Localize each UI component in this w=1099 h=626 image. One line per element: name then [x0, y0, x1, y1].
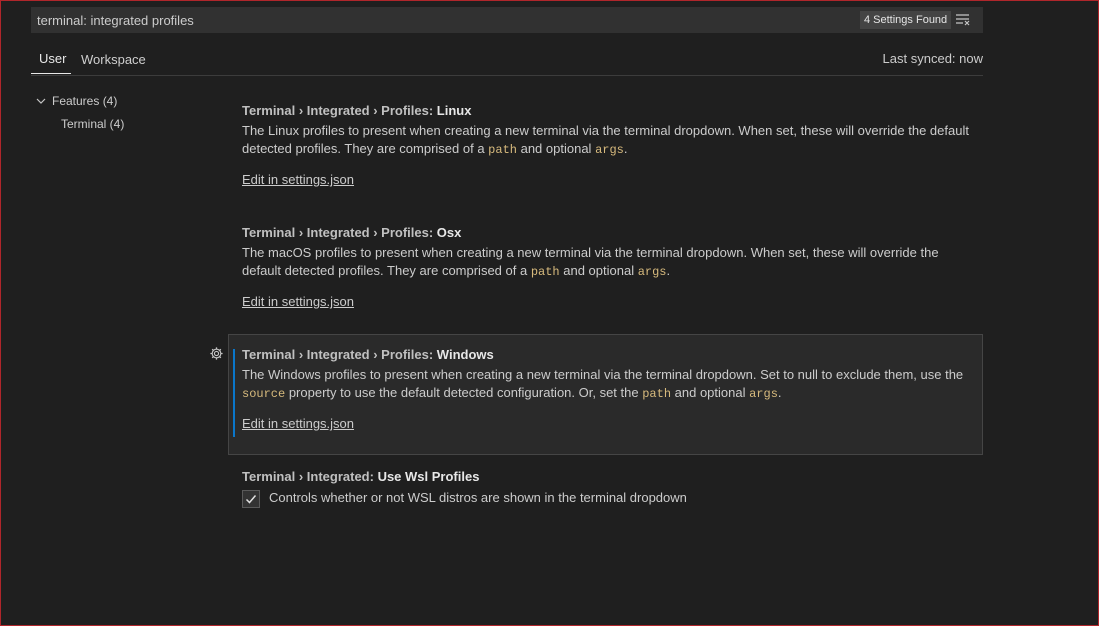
chevron-down-icon — [36, 98, 46, 104]
setting-title: Terminal › Integrated: Use Wsl Profiles — [242, 469, 982, 484]
settings-search-input[interactable] — [31, 7, 831, 33]
window-border — [0, 0, 1099, 626]
setting-title: Terminal › Integrated › Profiles: Osx — [242, 225, 982, 240]
edit-in-settings-json-link[interactable]: Edit in settings.json — [242, 294, 354, 309]
edit-in-settings-json-link[interactable]: Edit in settings.json — [242, 172, 354, 187]
description-text: The Windows profiles to present when cre… — [242, 367, 964, 382]
edit-in-settings-json-link[interactable]: Edit in settings.json — [242, 416, 354, 431]
setting-description: The Windows profiles to present when cre… — [242, 366, 972, 403]
setting-key: Linux — [436, 103, 472, 118]
setting-category: Terminal › Integrated › Profiles: — [242, 103, 437, 118]
setting-category: Terminal › Integrated: — [242, 469, 378, 484]
description-text: . — [777, 385, 782, 400]
code-args: args — [749, 387, 778, 401]
setting-profiles-windows: Terminal › Integrated › Profiles: Window… — [242, 347, 982, 433]
tab-user[interactable]: User — [39, 51, 66, 66]
setting-key: Osx — [436, 225, 462, 240]
setting-profiles-osx: Terminal › Integrated › Profiles: Osx Th… — [242, 225, 982, 311]
sync-status: Last synced: now — [882, 51, 983, 66]
description-text: . — [623, 141, 628, 156]
code-args: args — [637, 265, 667, 279]
code-args: args — [595, 143, 624, 157]
description-text: property to use the default detected con… — [285, 385, 643, 400]
setting-use-wsl-profiles: Terminal › Integrated: Use Wsl Profiles — [242, 469, 982, 484]
description-text: . — [666, 263, 671, 278]
setting-title: Terminal › Integrated › Profiles: Linux — [242, 103, 982, 118]
results-count-badge: 4 Settings Found — [860, 11, 952, 29]
description-text: and optional — [559, 263, 638, 278]
code-source: source — [242, 387, 286, 401]
clear-filter-icon[interactable] — [955, 13, 971, 27]
code-path: path — [530, 265, 560, 279]
tabs-divider — [31, 75, 983, 76]
focus-indicator — [233, 349, 235, 437]
checkmark-icon — [245, 495, 257, 504]
setting-category: Terminal › Integrated › Profiles: — [242, 347, 437, 362]
toc-item-features[interactable]: Features (4) — [35, 94, 117, 108]
toc-features-label: Features (4) — [52, 94, 118, 108]
search-bar: 4 Settings Found — [31, 7, 983, 33]
tab-workspace[interactable]: Workspace — [81, 52, 146, 67]
toc-item-terminal[interactable]: Terminal (4) — [61, 117, 124, 131]
code-path: path — [488, 143, 517, 157]
setting-profiles-linux: Terminal › Integrated › Profiles: Linux … — [242, 103, 982, 189]
use-wsl-profiles-checkbox[interactable] — [242, 490, 260, 508]
setting-key: Windows — [436, 347, 494, 362]
active-tab-indicator — [31, 73, 71, 74]
code-path: path — [642, 387, 672, 401]
gear-icon[interactable] — [209, 346, 224, 361]
description-text: and optional — [671, 385, 750, 400]
description-text: and optional — [516, 141, 596, 156]
checkbox-label: Controls whether or not WSL distros are … — [269, 490, 687, 505]
setting-key: Use Wsl Profiles — [377, 469, 480, 484]
setting-title: Terminal › Integrated › Profiles: Window… — [242, 347, 982, 362]
setting-description: The Linux profiles to present when creat… — [242, 122, 972, 159]
setting-description: The macOS profiles to present when creat… — [242, 244, 972, 281]
setting-category: Terminal › Integrated › Profiles: — [242, 225, 437, 240]
